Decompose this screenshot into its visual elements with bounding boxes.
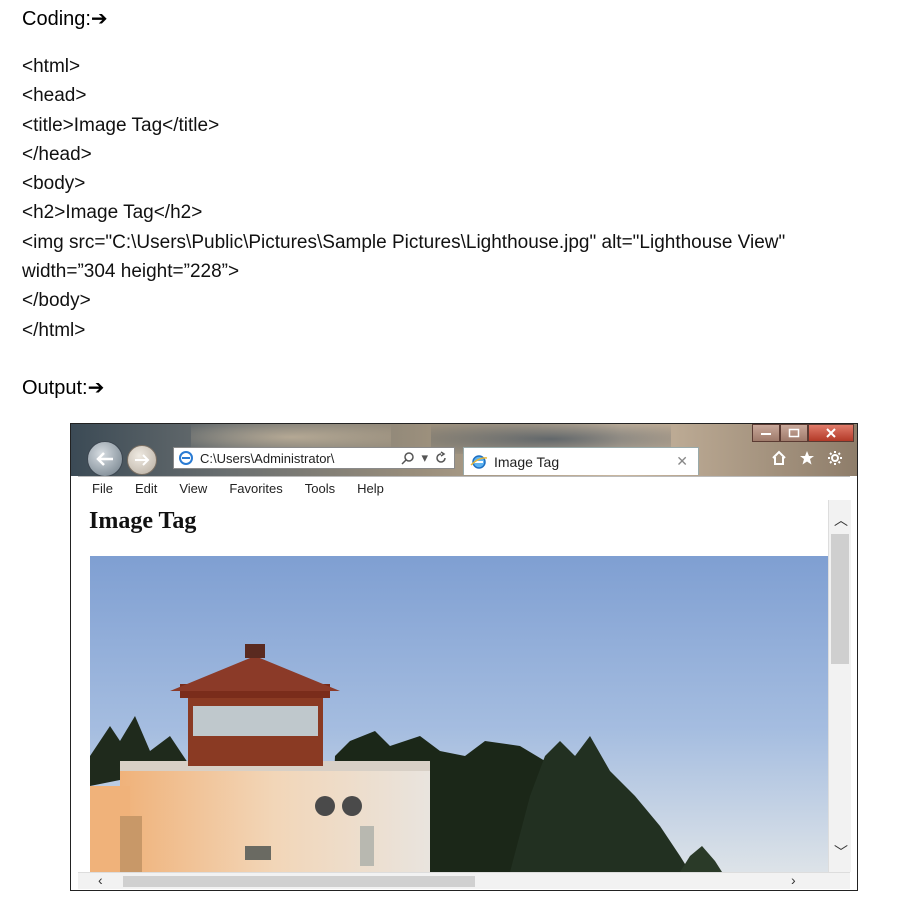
home-icon[interactable]: [771, 450, 787, 466]
output-heading: Output:➔: [22, 377, 105, 399]
gear-icon[interactable]: [827, 450, 843, 466]
page-heading: Image Tag: [89, 508, 197, 534]
code-line: <img src="C:\Users\Public\Pictures\Sampl…: [22, 231, 791, 283]
scroll-down-icon[interactable]: ﹀: [834, 842, 848, 862]
code-line: <title>Image Tag</title>: [22, 114, 220, 136]
browser-titlebar: C:\Users\Administrator\ ▾ Image Tag ✕: [71, 424, 857, 477]
scrollbar-thumb[interactable]: [123, 876, 475, 887]
window-controls: [752, 424, 854, 442]
minimize-icon: [761, 433, 771, 435]
forward-arrow-icon: [135, 454, 150, 466]
menu-edit[interactable]: Edit: [135, 481, 157, 496]
dropdown-icon[interactable]: ▾: [421, 450, 428, 466]
back-button[interactable]: [87, 441, 123, 477]
tab-title: Image Tag: [494, 453, 560, 470]
star-icon[interactable]: [799, 450, 815, 466]
code-line: </html>: [22, 319, 86, 341]
menu-tools[interactable]: Tools: [305, 481, 335, 496]
horizontal-scrollbar[interactable]: ‹ ›: [78, 872, 850, 889]
maximize-icon: [788, 428, 800, 438]
coding-heading: Coding:➔: [22, 8, 108, 30]
search-icon[interactable]: [401, 451, 415, 465]
scrollbar-thumb[interactable]: [831, 534, 849, 664]
browser-window: C:\Users\Administrator\ ▾ Image Tag ✕ Fi…: [70, 423, 858, 891]
menu-bar: File Edit View Favorites Tools Help: [78, 476, 850, 501]
menu-help[interactable]: Help: [357, 481, 384, 496]
code-block: <html> <head> <title>Image Tag</title> <…: [22, 52, 882, 345]
menu-view[interactable]: View: [179, 481, 207, 496]
menu-file[interactable]: File: [92, 481, 113, 496]
minimize-button[interactable]: [752, 424, 780, 442]
tab-close-icon[interactable]: ✕: [676, 453, 698, 470]
code-line: </head>: [22, 143, 92, 165]
code-line: <head>: [22, 85, 87, 107]
tab-image-tag[interactable]: Image Tag ✕: [463, 447, 699, 475]
scroll-left-icon[interactable]: ‹: [98, 872, 103, 888]
code-line: </body>: [22, 290, 91, 312]
close-window-button[interactable]: [808, 424, 854, 442]
lighthouse-image: [90, 556, 828, 872]
back-arrow-icon: [96, 452, 113, 466]
address-bar[interactable]: C:\Users\Administrator\ ▾: [173, 447, 455, 469]
code-line: <html>: [22, 56, 81, 77]
address-text: C:\Users\Administrator\: [200, 450, 335, 466]
code-line: <h2>Image Tag</h2>: [22, 202, 203, 224]
close-icon: [826, 428, 836, 438]
code-line: <body>: [22, 173, 86, 195]
forward-button[interactable]: [127, 445, 157, 475]
refresh-icon[interactable]: [434, 451, 448, 465]
toolbar-icons: [771, 450, 843, 466]
ie-icon: [179, 451, 193, 465]
vertical-scrollbar[interactable]: ︿ ﹀: [828, 500, 851, 872]
maximize-button[interactable]: [780, 424, 808, 442]
scroll-right-icon[interactable]: ›: [791, 872, 796, 888]
ie-icon: [470, 454, 488, 469]
menu-favorites[interactable]: Favorites: [229, 481, 282, 496]
scroll-up-icon[interactable]: ︿: [834, 510, 848, 530]
page-content: Image Tag: [78, 500, 828, 872]
